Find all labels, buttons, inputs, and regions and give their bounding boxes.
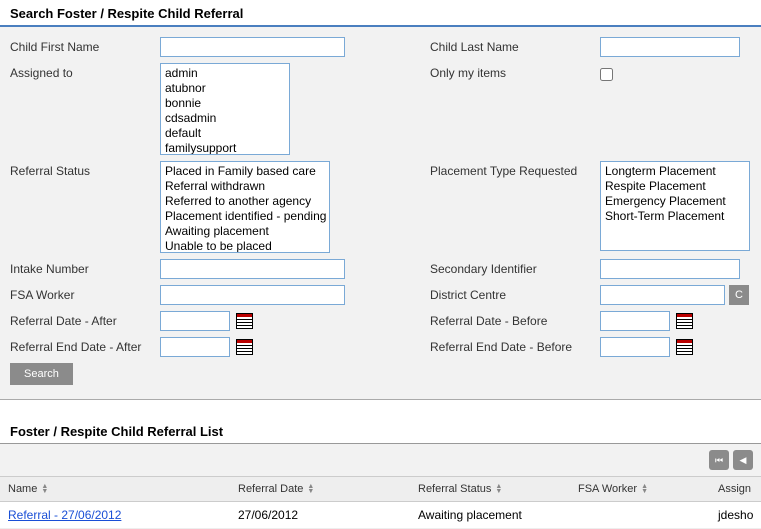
placement-type-listbox[interactable]: Longterm PlacementRespite PlacementEmerg… [600, 161, 750, 251]
col-fsa-worker-label: FSA Worker [578, 483, 637, 495]
district-centre-input[interactable] [600, 285, 725, 305]
sort-icon: ▲▼ [307, 484, 314, 494]
list-item[interactable]: Awaiting placement [163, 224, 327, 239]
referral-end-after-input[interactable] [160, 337, 230, 357]
label-secondary-identifier: Secondary Identifier [430, 259, 600, 276]
col-fsa-worker[interactable]: FSA Worker ▲▼ [570, 477, 710, 501]
col-name-label: Name [8, 483, 37, 495]
list-item[interactable]: Placed in Family based care [163, 164, 327, 179]
calendar-icon[interactable] [236, 339, 253, 355]
col-referral-status-label: Referral Status [418, 483, 491, 495]
calendar-icon[interactable] [236, 313, 253, 329]
search-form: Child First Name Child Last Name Assigne… [0, 27, 761, 400]
fsa-worker-input[interactable] [160, 285, 345, 305]
list-item[interactable]: Short-Term Placement [603, 209, 747, 224]
referral-link[interactable]: Referral - 27/06/2012 [8, 508, 121, 522]
cell-referral-date: 27/06/2012 [230, 502, 410, 528]
pager: ⏮ ◀ [0, 444, 761, 476]
referral-list-section: Foster / Respite Child Referral List ⏮ ◀… [0, 418, 761, 529]
label-placement-type: Placement Type Requested [430, 161, 600, 178]
label-intake-number: Intake Number [10, 259, 160, 276]
label-referral-end-before: Referral End Date - Before [430, 337, 600, 354]
col-referral-status[interactable]: Referral Status ▲▼ [410, 477, 570, 501]
list-section-title: Foster / Respite Child Referral List [0, 418, 761, 444]
col-name[interactable]: Name ▲▼ [0, 477, 230, 501]
search-button[interactable]: Search [10, 363, 73, 385]
list-item[interactable]: familysupport [163, 141, 287, 155]
referral-date-before-input[interactable] [600, 311, 670, 331]
intake-number-input[interactable] [160, 259, 345, 279]
list-item[interactable]: cdsadmin [163, 111, 287, 126]
list-item[interactable]: Referred to another agency [163, 194, 327, 209]
list-item[interactable]: Longterm Placement [603, 164, 747, 179]
label-referral-end-after: Referral End Date - After [10, 337, 160, 354]
child-last-name-input[interactable] [600, 37, 740, 57]
label-child-first-name: Child First Name [10, 37, 160, 54]
label-district-centre: District Centre [430, 285, 600, 302]
label-only-my-items: Only my items [430, 63, 600, 80]
calendar-icon[interactable] [676, 339, 693, 355]
secondary-identifier-input[interactable] [600, 259, 740, 279]
list-item[interactable]: atubnor [163, 81, 287, 96]
col-assigned[interactable]: Assign [710, 477, 761, 501]
section-title: Search Foster / Respite Child Referral [0, 0, 761, 27]
pager-prev-button[interactable]: ◀ [733, 450, 753, 470]
col-referral-date[interactable]: Referral Date ▲▼ [230, 477, 410, 501]
chevron-left-icon: ◀ [740, 455, 747, 466]
list-item[interactable]: Respite Placement [603, 179, 747, 194]
calendar-icon[interactable] [676, 313, 693, 329]
list-item[interactable]: bonnie [163, 96, 287, 111]
referral-date-after-input[interactable] [160, 311, 230, 331]
list-item[interactable]: Emergency Placement [603, 194, 747, 209]
referral-status-listbox[interactable]: Placed in Family based careReferral with… [160, 161, 330, 253]
list-item[interactable]: Placement identified - pending [163, 209, 327, 224]
list-item[interactable]: Unable to be placed [163, 239, 327, 253]
referral-end-before-input[interactable] [600, 337, 670, 357]
only-my-items-checkbox[interactable] [600, 68, 613, 81]
label-child-last-name: Child Last Name [430, 37, 600, 54]
sort-icon: ▲▼ [641, 484, 648, 494]
district-centre-choose-button[interactable]: C [729, 285, 749, 305]
list-item[interactable]: default [163, 126, 287, 141]
pager-first-button[interactable]: ⏮ [709, 450, 729, 470]
label-referral-status: Referral Status [10, 161, 160, 178]
sort-icon: ▲▼ [495, 484, 502, 494]
label-referral-date-before: Referral Date - Before [430, 311, 600, 328]
list-item[interactable]: admin [163, 66, 287, 81]
cell-assigned: jdesho [710, 502, 761, 528]
skip-back-icon: ⏮ [715, 455, 723, 466]
table-header: Name ▲▼ Referral Date ▲▼ Referral Status… [0, 476, 761, 502]
cell-fsa-worker [570, 502, 710, 528]
col-assigned-label: Assign [718, 483, 751, 495]
label-referral-date-after: Referral Date - After [10, 311, 160, 328]
cell-referral-status: Awaiting placement [410, 502, 570, 528]
assigned-to-listbox[interactable]: adminatubnorbonniecdsadmindefaultfamilys… [160, 63, 290, 155]
child-first-name-input[interactable] [160, 37, 345, 57]
label-fsa-worker: FSA Worker [10, 285, 160, 302]
sort-icon: ▲▼ [41, 484, 48, 494]
list-item[interactable]: Referral withdrawn [163, 179, 327, 194]
col-referral-date-label: Referral Date [238, 483, 303, 495]
label-assigned-to: Assigned to [10, 63, 160, 80]
